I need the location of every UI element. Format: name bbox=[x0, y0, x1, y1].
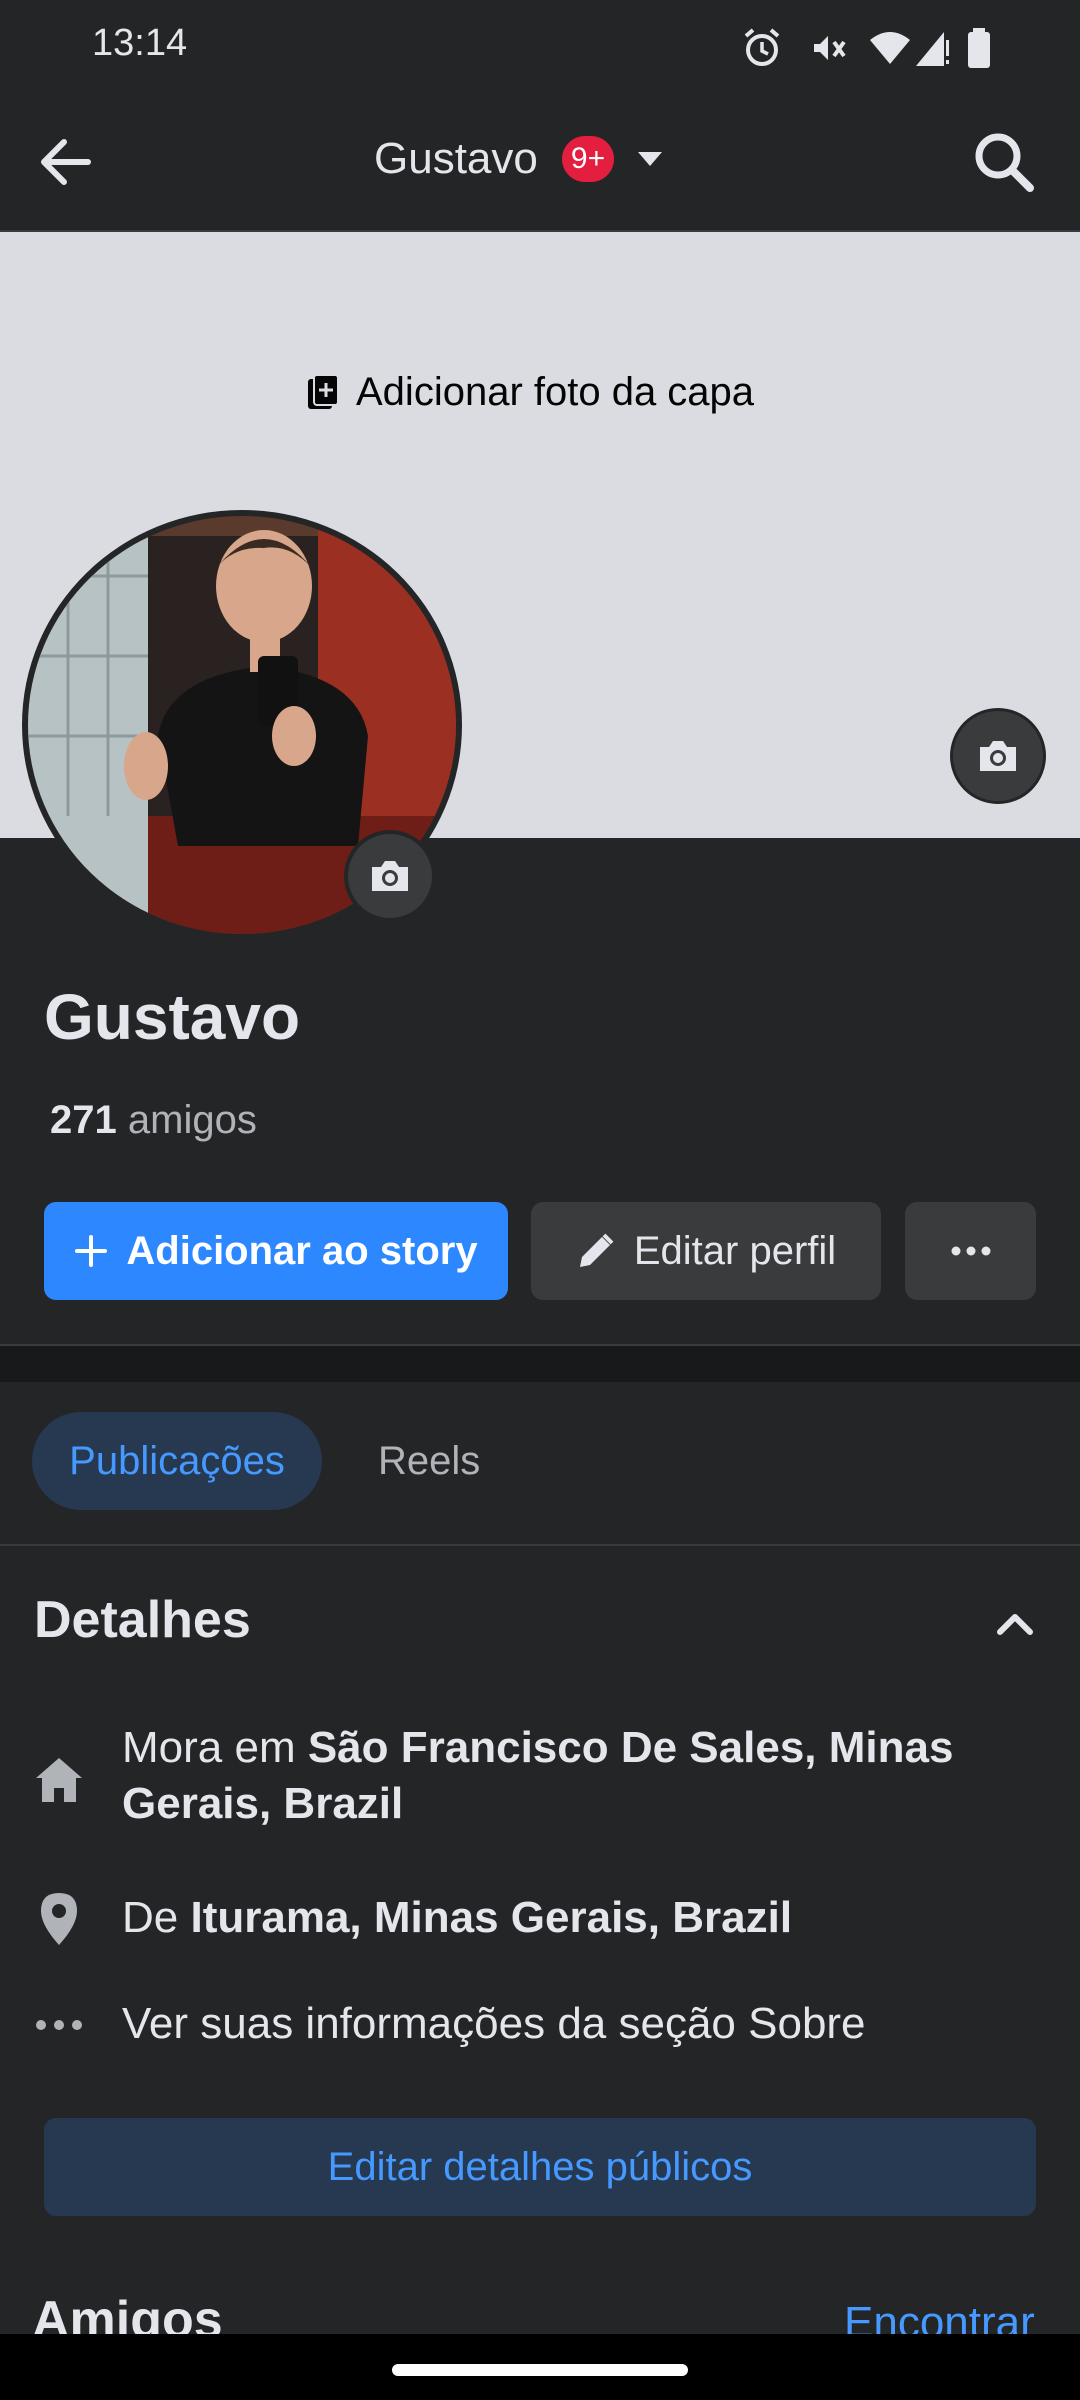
lives-in-prefix: Mora em bbox=[122, 1723, 296, 1772]
detail-about-link[interactable]: Ver suas informações da seção Sobre bbox=[0, 1996, 1080, 2056]
vibrate-off-icon bbox=[814, 36, 846, 60]
wifi-icon bbox=[870, 32, 910, 64]
tabs-divider bbox=[0, 1544, 1080, 1546]
friend-count-number: 271 bbox=[50, 1098, 117, 1142]
edit-public-details-button[interactable]: Editar detalhes públicos bbox=[44, 2118, 1036, 2216]
tab-reels[interactable]: Reels bbox=[378, 1412, 480, 1510]
add-cover-photo-label: Adicionar foto da capa bbox=[356, 369, 755, 414]
add-cover-photo-button[interactable]: Adicionar foto da capa bbox=[306, 362, 754, 422]
camera-icon bbox=[980, 741, 1016, 771]
detail-lives-in: Mora em São Francisco De Sales, Minas Ge… bbox=[0, 1720, 1080, 1840]
camera-icon bbox=[372, 861, 408, 891]
pencil-icon bbox=[579, 1233, 614, 1267]
section-divider bbox=[0, 1344, 1080, 1382]
cover-camera-button[interactable] bbox=[950, 708, 1046, 804]
location-pin-icon bbox=[32, 1892, 86, 1946]
home-gesture-handle[interactable] bbox=[392, 2364, 688, 2376]
plus-icon bbox=[75, 1235, 108, 1267]
more-icon bbox=[951, 1246, 990, 1256]
chevron-down-icon[interactable] bbox=[634, 148, 666, 172]
from-place[interactable]: Iturama, Minas Gerais, Brazil bbox=[190, 1893, 792, 1942]
home-icon bbox=[32, 1752, 86, 1806]
back-arrow-icon[interactable] bbox=[30, 126, 102, 198]
battery-icon bbox=[968, 28, 990, 68]
tab-publicacoes[interactable]: Publicações bbox=[32, 1412, 322, 1510]
status-bar: 13:14 bbox=[0, 0, 1080, 96]
lives-in-text: Mora em São Francisco De Sales, Minas Ge… bbox=[122, 1720, 1022, 1832]
friend-count[interactable]: 271 amigos bbox=[50, 1098, 257, 1143]
notification-badge: 9+ bbox=[562, 136, 614, 182]
edit-profile-button[interactable]: Editar perfil bbox=[531, 1202, 881, 1300]
header-title[interactable]: Gustavo bbox=[374, 134, 538, 184]
friend-count-label: amigos bbox=[127, 1098, 257, 1142]
top-app-bar: Gustavo 9+ bbox=[0, 96, 1080, 232]
search-icon[interactable] bbox=[968, 126, 1038, 196]
profile-camera-button[interactable] bbox=[344, 830, 436, 922]
more-options-button[interactable] bbox=[905, 1202, 1036, 1300]
more-icon bbox=[32, 1998, 86, 2052]
signal-icon bbox=[916, 32, 949, 66]
profile-name: Gustavo bbox=[44, 981, 301, 1053]
about-link-text[interactable]: Ver suas informações da seção Sobre bbox=[122, 1996, 1022, 2052]
add-to-story-button[interactable]: Adicionar ao story bbox=[44, 1202, 508, 1300]
edit-profile-label: Editar perfil bbox=[633, 1228, 837, 1273]
status-time: 13:14 bbox=[92, 22, 188, 64]
from-prefix: De bbox=[122, 1893, 179, 1942]
detail-from: De Iturama, Minas Gerais, Brazil bbox=[0, 1890, 1080, 1950]
from-text: De Iturama, Minas Gerais, Brazil bbox=[122, 1890, 1022, 1946]
add-to-story-label: Adicionar ao story bbox=[126, 1228, 478, 1273]
chevron-up-icon[interactable] bbox=[992, 1604, 1038, 1644]
details-heading: Detalhes bbox=[34, 1591, 251, 1649]
add-photo-icon bbox=[308, 374, 339, 409]
alarm-icon bbox=[744, 28, 780, 66]
